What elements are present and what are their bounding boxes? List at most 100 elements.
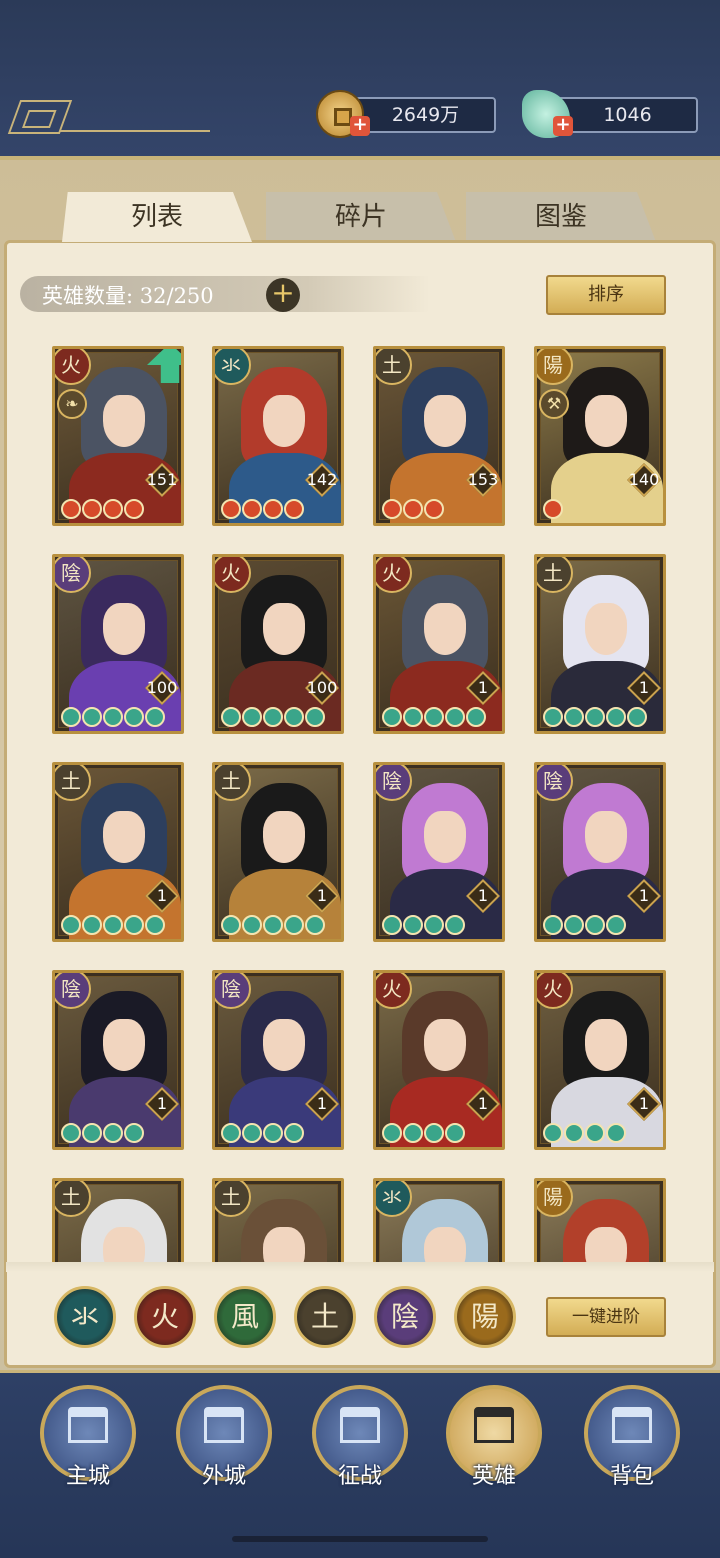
star-icon [82, 1123, 102, 1143]
star-icon [242, 499, 262, 519]
hero-card[interactable]: 陽 ⚒ 140 [534, 346, 666, 526]
hero-card[interactable]: 土 [52, 1178, 184, 1265]
star-icon [82, 499, 102, 519]
star-icon [627, 707, 647, 727]
hero-card[interactable]: 火1 [373, 970, 505, 1150]
star-icon [124, 707, 144, 727]
star-icon [263, 1123, 283, 1143]
leaf-icon: ❧ [57, 389, 87, 419]
hero-card[interactable]: 陽 [534, 1178, 666, 1265]
hero-card[interactable]: 土 [212, 1178, 344, 1265]
element-earth-icon: 土 [537, 557, 573, 593]
hero-level: 1 [466, 879, 500, 913]
nav-outer-city-icon [204, 1407, 244, 1443]
hero-level: 1 [466, 1087, 500, 1121]
hero-face [424, 1227, 466, 1265]
hero-card[interactable]: 火 ❧ 151 [52, 346, 184, 526]
filter-earth-button[interactable]: 土 [294, 1286, 356, 1348]
hero-card[interactable]: 土 153 [373, 346, 505, 526]
hero-card[interactable]: 土1 [212, 762, 344, 942]
hero-level: 100 [145, 671, 179, 705]
hero-card[interactable]: 氺 [373, 1178, 505, 1265]
hero-face [263, 395, 305, 447]
hero-level: 142 [305, 463, 339, 497]
element-earth-icon: 土 [55, 765, 91, 801]
star-icon [382, 1123, 402, 1143]
star-icon [103, 499, 123, 519]
hero-stars [61, 707, 165, 729]
star-icon [284, 915, 304, 935]
filter-wind-button[interactable]: 風 [214, 1286, 276, 1348]
element-earth-icon: 土 [215, 765, 251, 801]
star-icon [445, 707, 465, 727]
hero-card[interactable]: 陰1 [534, 762, 666, 942]
hero-stars [61, 915, 165, 937]
hero-face [424, 395, 466, 447]
star-icon [382, 707, 402, 727]
star-icon [543, 707, 563, 727]
hero-stars [382, 707, 486, 729]
element-fire-icon: 火 [215, 557, 251, 593]
hero-face [103, 1227, 145, 1265]
hero-card[interactable]: 氺 142 [212, 346, 344, 526]
filter-water-button[interactable]: 氺 [54, 1286, 116, 1348]
hero-stars [543, 707, 647, 729]
hero-grid: 火 ❧ 151 氺 142 土 153 陽 ⚒ 140 陰 100 火 100 火 1 土 1 土 1 土 1 陰 1 陰 1 陰 1… [0, 0, 720, 1265]
hero-level: 1 [305, 1087, 339, 1121]
hero-face [585, 1019, 627, 1071]
hero-card[interactable]: 土1 [52, 762, 184, 942]
star-icon [445, 915, 465, 935]
hero-stars [382, 915, 465, 937]
hero-stars [221, 499, 304, 521]
hero-stars [543, 499, 563, 521]
nav-main-city-icon [68, 1407, 108, 1443]
filter-yin-button[interactable]: 陰 [374, 1286, 436, 1348]
hero-level: 151 [145, 463, 179, 497]
hero-face [263, 603, 305, 655]
hero-level-value: 100 [306, 678, 338, 697]
nav-heroes-icon [474, 1407, 514, 1443]
star-icon [305, 707, 325, 727]
element-fire-icon: 火 [376, 557, 412, 593]
hero-card[interactable]: 火 100 [212, 554, 344, 734]
nav-bag-icon [612, 1407, 652, 1443]
hero-stars [382, 1123, 465, 1145]
element-earth-icon: 土 [376, 349, 412, 385]
star-icon [61, 1123, 81, 1143]
hero-card[interactable]: 陰1 [52, 970, 184, 1150]
one-click-advance-button[interactable]: 一键进阶 [546, 1297, 666, 1337]
star-icon [263, 915, 283, 935]
star-icon [403, 915, 423, 935]
star-icon [424, 1123, 444, 1143]
hero-card[interactable]: 火1 [534, 970, 666, 1150]
star-icon [103, 707, 123, 727]
star-icon [263, 707, 283, 727]
star-icon [305, 915, 325, 935]
hero-level: 1 [145, 879, 179, 913]
hero-card[interactable]: 土1 [534, 554, 666, 734]
filter-fire-button[interactable]: 火 [134, 1286, 196, 1348]
hero-stars [543, 915, 626, 937]
hero-card[interactable]: 陰 100 [52, 554, 184, 734]
star-icon [585, 707, 605, 727]
grid-bottom-edge [6, 1262, 714, 1272]
hero-level-value: 140 [628, 470, 660, 489]
hero-card[interactable]: 陰1 [212, 970, 344, 1150]
hero-level: 1 [145, 1087, 179, 1121]
hero-card[interactable]: 陰1 [373, 762, 505, 942]
hero-level: 1 [466, 671, 500, 705]
hero-level: 1 [627, 1087, 661, 1121]
star-icon [124, 499, 144, 519]
hero-face [424, 811, 466, 863]
nav-heroes-label: 英雄 [471, 1464, 516, 1489]
hero-face [585, 811, 627, 863]
element-yin-icon: 陰 [537, 765, 573, 801]
filter-yang-button[interactable]: 陽 [454, 1286, 516, 1348]
hero-card[interactable]: 火1 [373, 554, 505, 734]
star-icon [284, 499, 304, 519]
element-yang-icon: 陽 [537, 1181, 573, 1217]
star-icon [145, 707, 165, 727]
hero-face [585, 395, 627, 447]
hero-face [103, 603, 145, 655]
star-icon [284, 707, 304, 727]
